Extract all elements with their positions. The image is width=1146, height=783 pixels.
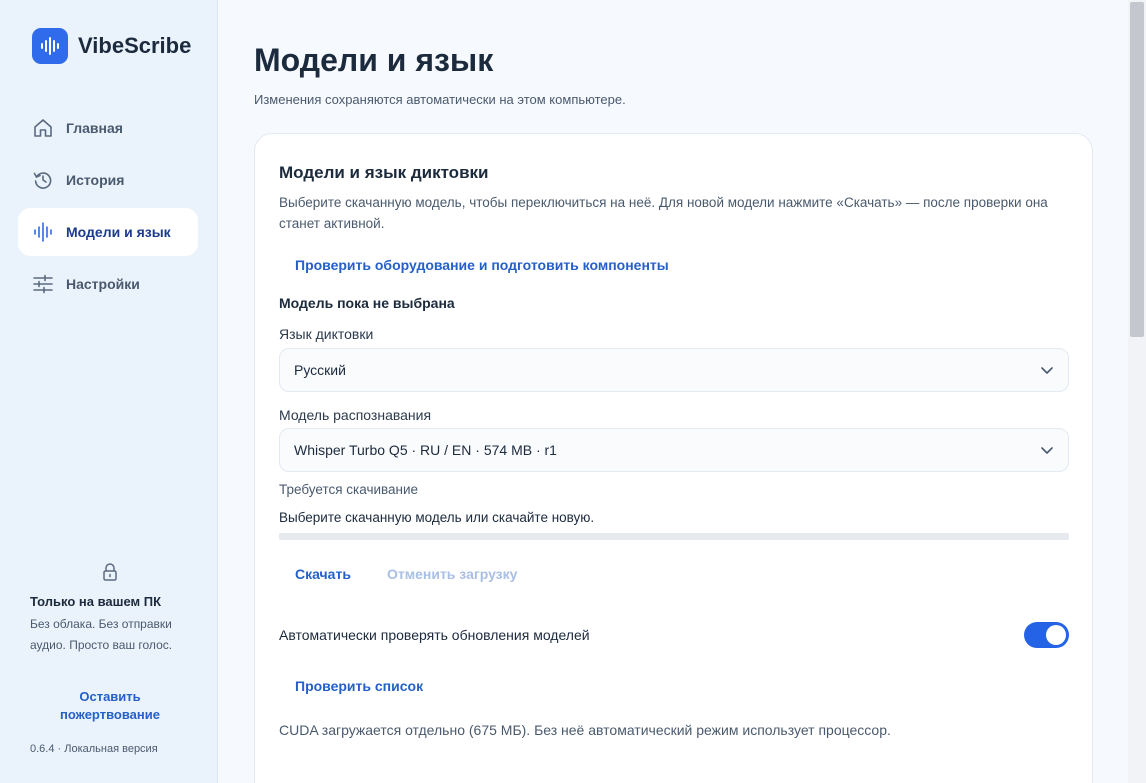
chevron-down-icon	[1040, 363, 1054, 382]
card-description: Выберите скачанную модель, чтобы переклю…	[279, 195, 1048, 231]
download-hint: Выберите скачанную модель или скачайте н…	[279, 510, 595, 525]
cuda-note: CUDA загружается отдельно (675 МБ). Без …	[279, 722, 891, 738]
sliders-icon	[32, 273, 54, 295]
sidebar-item-history[interactable]: История	[18, 156, 198, 204]
home-icon	[32, 117, 54, 139]
language-label: Язык диктовки	[279, 326, 374, 342]
check-list-button[interactable]: Проверить список	[295, 678, 423, 694]
sidebar-item-label: Настройки	[66, 276, 140, 292]
download-progress-bar	[279, 533, 1069, 540]
main-content: Модели и язык Изменения сохраняются авто…	[218, 0, 1128, 783]
sidebar-item-label: Модели и язык	[66, 224, 171, 240]
toggle-knob	[1046, 625, 1066, 645]
models-card: Модели и язык диктовки Выберите скачанну…	[254, 133, 1093, 783]
waveform-icon	[32, 221, 54, 243]
vertical-scrollbar[interactable]	[1128, 0, 1146, 783]
model-label: Модель распознавания	[279, 407, 432, 423]
privacy-text: Без облака. Без отправки аудио. Просто в…	[30, 617, 173, 652]
app-version: 0.6.4 · Локальная версия	[30, 743, 158, 755]
download-required-status: Требуется скачивание	[279, 482, 419, 497]
chevron-down-icon	[1040, 443, 1054, 462]
donate-link[interactable]: Оставить пожертвование	[30, 688, 190, 724]
sidebar-item-settings[interactable]: Настройки	[18, 260, 198, 308]
model-status: Модель пока не выбрана	[279, 295, 455, 311]
sidebar-item-label: Главная	[66, 120, 123, 136]
sidebar: VibeScribe Главная История Модели и язык…	[0, 0, 218, 783]
sidebar-item-models[interactable]: Модели и язык	[18, 208, 198, 256]
app-name: VibeScribe	[78, 33, 192, 58]
sidebar-item-home[interactable]: Главная	[18, 104, 198, 152]
language-select[interactable]: Русский	[279, 348, 1069, 392]
waveform-logo-icon	[32, 28, 68, 64]
scrollbar-thumb[interactable]	[1130, 2, 1144, 337]
sidebar-nav: Главная История Модели и язык Настройки	[18, 104, 198, 312]
sidebar-item-label: История	[66, 172, 125, 188]
download-button[interactable]: Скачать	[295, 566, 351, 582]
model-select-value: Whisper Turbo Q5 · RU / EN · 574 MB · r1	[294, 442, 557, 458]
privacy-title: Только на вашем ПК	[30, 594, 162, 609]
model-select[interactable]: Whisper Turbo Q5 · RU / EN · 574 MB · r1	[279, 428, 1069, 472]
check-hardware-button[interactable]: Проверить оборудование и подготовить ком…	[295, 257, 669, 273]
app-window: VibeScribe Главная История Модели и язык…	[0, 0, 1146, 783]
cancel-download-button[interactable]: Отменить загрузку	[387, 566, 517, 582]
page-subtitle: Изменения сохраняются автоматически на э…	[254, 92, 626, 107]
page-title: Модели и язык	[254, 42, 494, 78]
auto-update-label: Автоматически проверять обновления модел…	[279, 627, 590, 643]
auto-update-toggle[interactable]	[1024, 622, 1069, 648]
brand: VibeScribe	[32, 28, 191, 64]
language-select-value: Русский	[294, 362, 346, 378]
history-icon	[32, 169, 54, 191]
card-title: Модели и язык диктовки	[279, 163, 489, 182]
lock-icon	[100, 562, 120, 587]
